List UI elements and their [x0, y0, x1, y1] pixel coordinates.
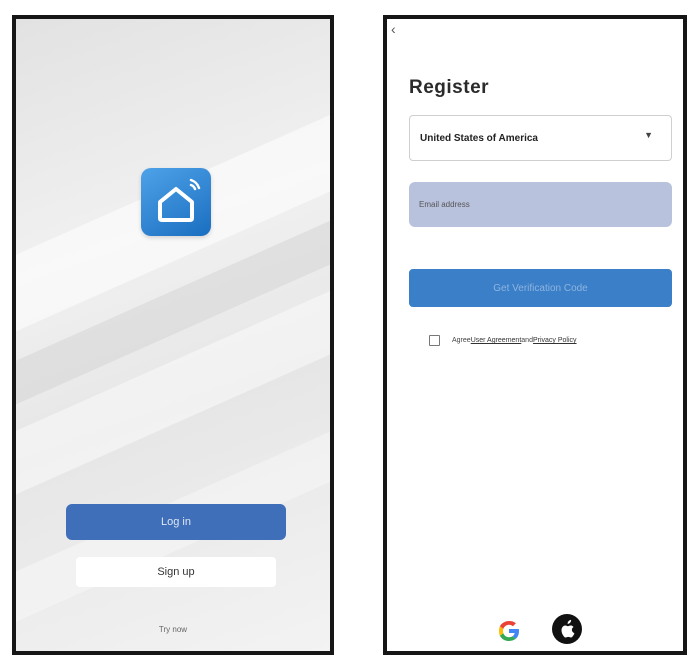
login-screen: Log in Sign up Try now: [12, 15, 334, 655]
privacy-policy-link[interactable]: Privacy Policy: [533, 337, 577, 344]
agreement-row: Agree User Agreement and Privacy Policy: [429, 335, 577, 346]
caret-down-icon: ▼: [644, 130, 653, 140]
login-button[interactable]: Log in: [66, 504, 286, 540]
google-icon[interactable]: [495, 617, 523, 645]
get-verification-code-button[interactable]: Get Verification Code: [409, 269, 672, 307]
email-field[interactable]: [409, 182, 672, 227]
smart-home-wifi-icon: [141, 168, 211, 236]
try-now-link[interactable]: Try now: [16, 625, 330, 634]
apple-icon[interactable]: [551, 613, 583, 645]
user-agreement-link[interactable]: User Agreement: [471, 337, 522, 344]
agree-text: Agree: [452, 337, 471, 344]
back-arrow-icon[interactable]: ‹: [391, 21, 396, 37]
register-screen: ‹ Register United States of America ▼ Ge…: [383, 15, 687, 655]
agreement-conjunction: and: [521, 337, 533, 344]
agree-checkbox[interactable]: [429, 335, 440, 346]
country-select[interactable]: United States of America ▼: [409, 115, 672, 161]
country-select-value: United States of America: [420, 132, 538, 144]
page-title: Register: [409, 77, 490, 98]
signup-button[interactable]: Sign up: [76, 557, 276, 587]
